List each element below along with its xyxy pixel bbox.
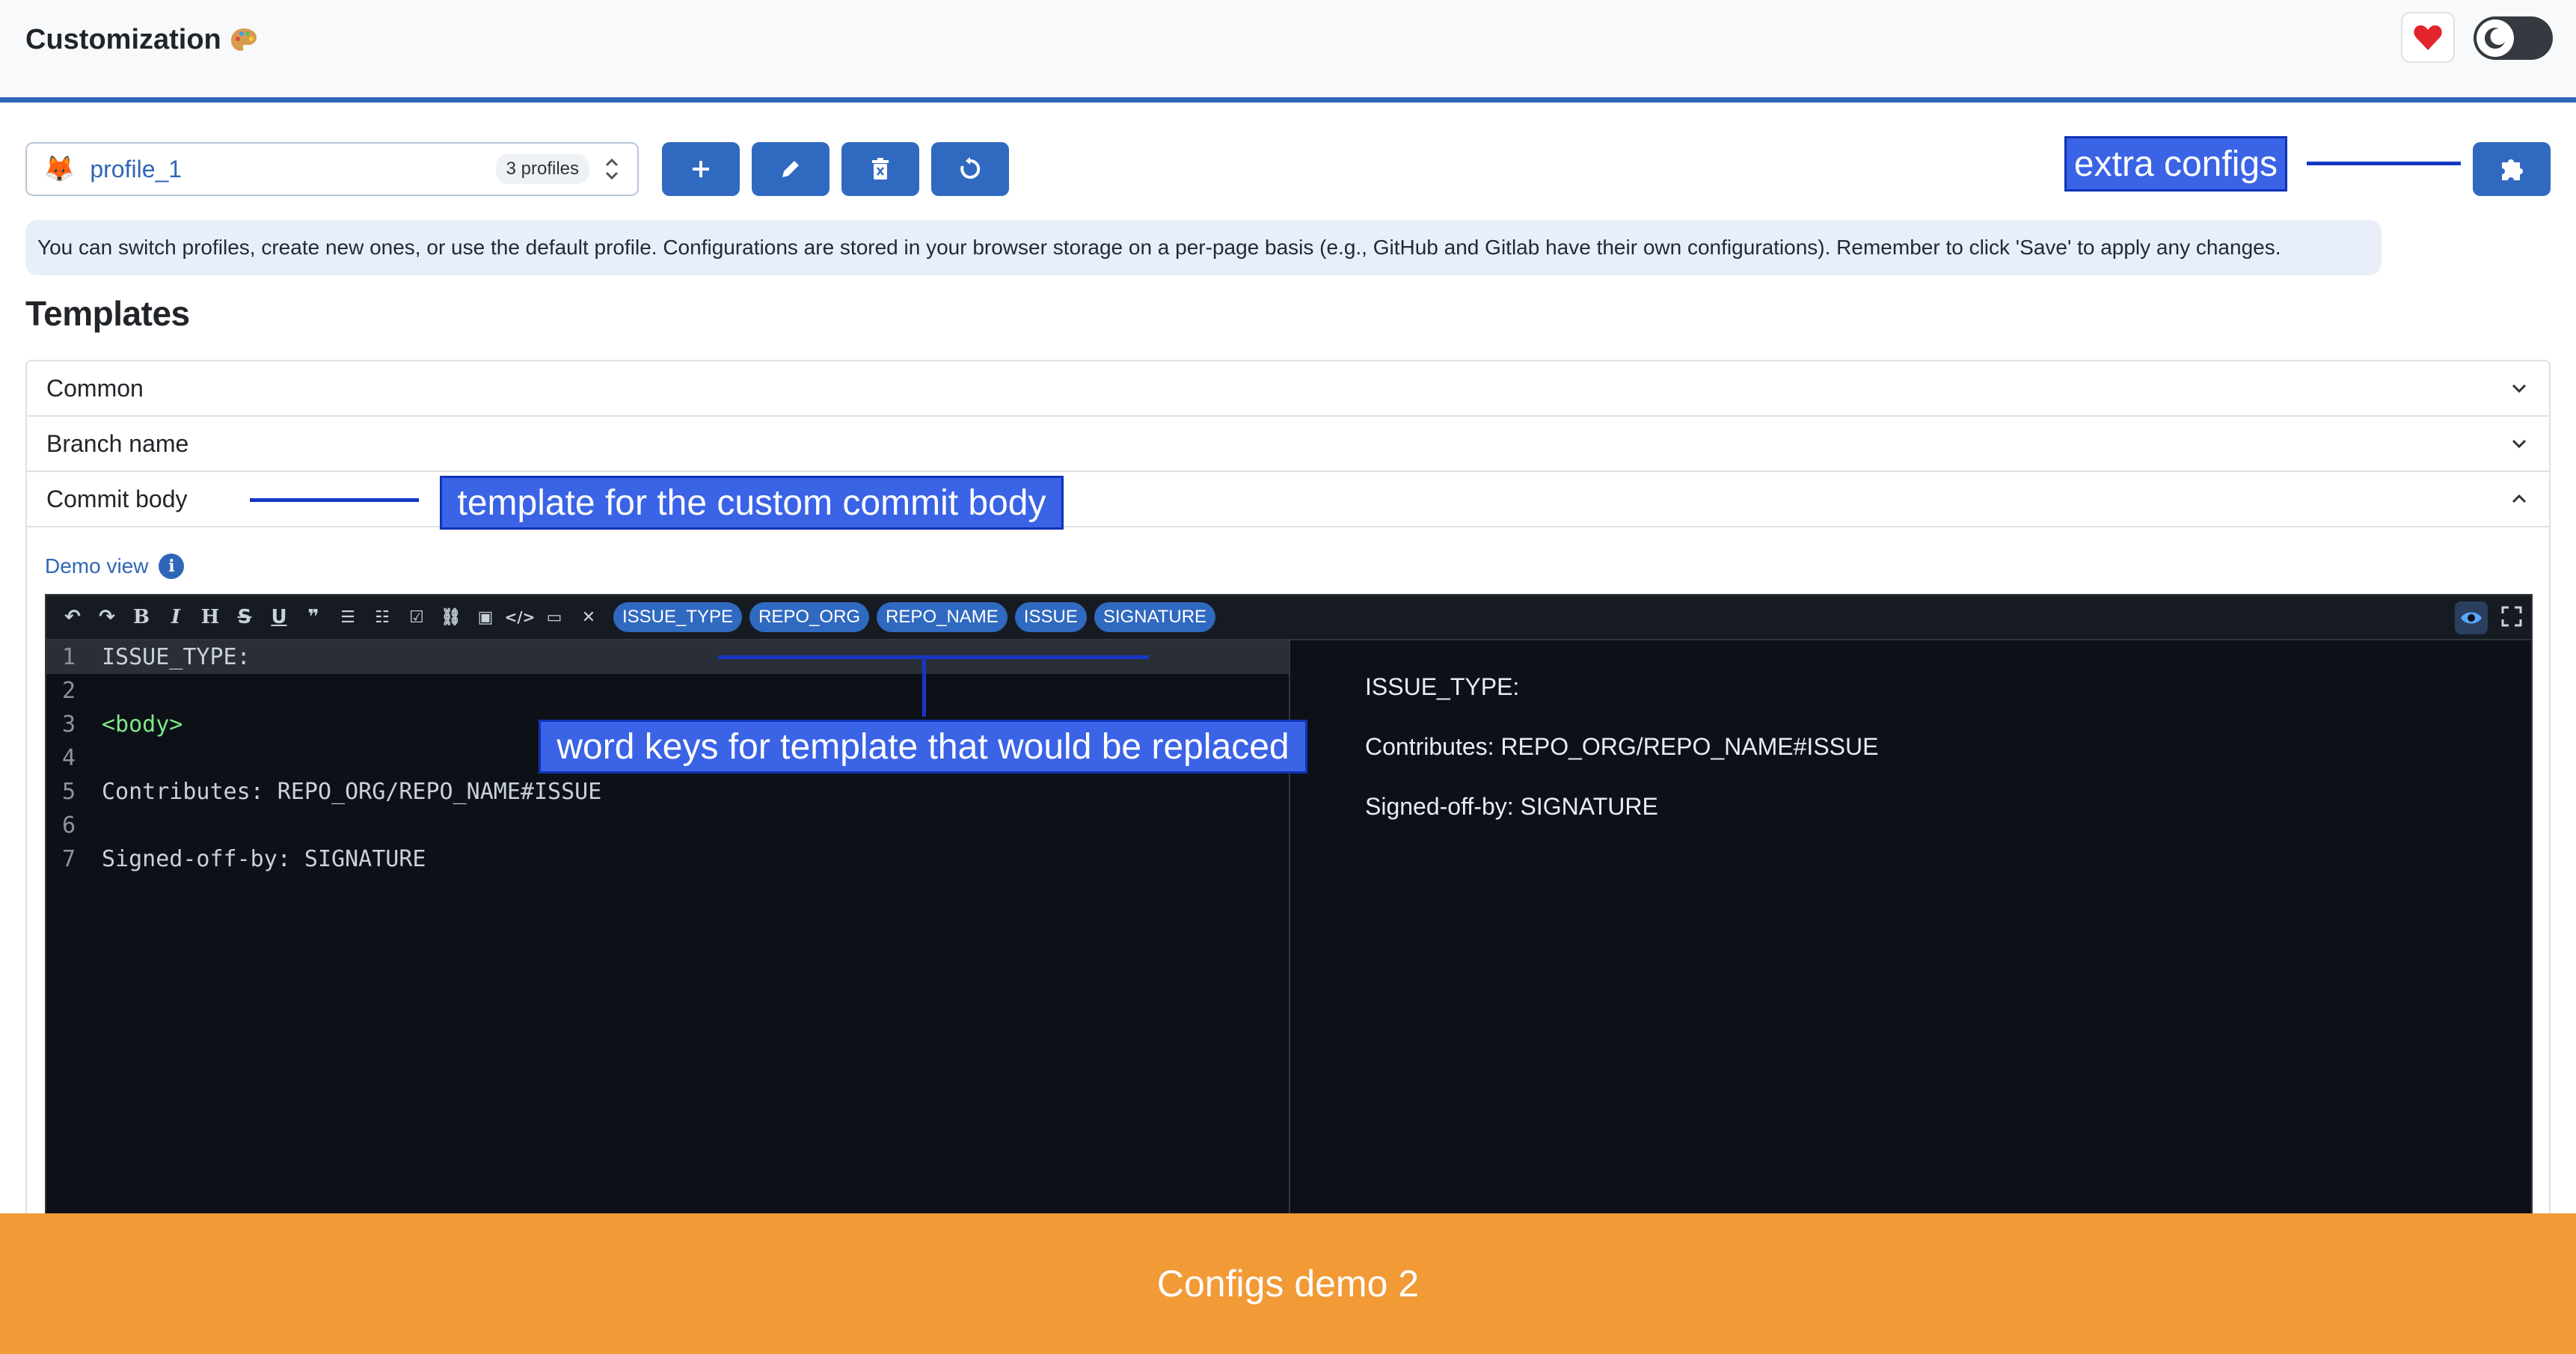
accordion-label: Common <box>46 374 144 402</box>
chevron-down-icon <box>2512 439 2527 449</box>
heading-icon[interactable]: H <box>193 600 227 634</box>
word-key-chip[interactable]: REPO_ORG <box>749 602 870 632</box>
chevron-up-icon <box>2512 494 2527 503</box>
codeblock-icon[interactable]: ▭ <box>537 600 571 634</box>
templates-heading: Templates <box>25 294 190 333</box>
code-text: <body> <box>102 711 183 738</box>
code-icon[interactable]: </> <box>503 600 537 634</box>
link-icon[interactable]: ⛓ <box>434 600 468 634</box>
code-text: Contributes: REPO_ORG/REPO_NAME#ISSUE <box>102 779 602 805</box>
italic-icon[interactable]: I <box>159 600 193 634</box>
code-text: Signed-off-by: SIGNATURE <box>102 846 426 872</box>
redo-icon[interactable]: ↷ <box>90 600 124 634</box>
profile-count-badge: 3 profiles <box>495 154 589 184</box>
code-line: 5 Contributes: REPO_ORG/REPO_NAME#ISSUE <box>46 775 1289 809</box>
clear-icon[interactable]: ✕ <box>571 600 606 634</box>
info-message: You can switch profiles, create new ones… <box>25 220 2382 275</box>
chevron-down-icon <box>2512 384 2527 393</box>
line-number: 3 <box>61 711 76 738</box>
strikethrough-icon[interactable]: S <box>227 600 262 634</box>
caption-banner: Configs demo 2 <box>0 1213 2576 1354</box>
word-key-chip[interactable]: SIGNATURE <box>1094 602 1216 632</box>
code-line: 6 <box>46 809 1289 842</box>
annotation-line-extra-configs <box>2307 162 2461 165</box>
editor-toolbar: ↶ ↷ B I H S U ❞ ☰ ☷ ☑ ⛓ ▣ </> ▭ ✕ ISSUE_… <box>46 595 2531 640</box>
eye-icon[interactable] <box>2455 601 2488 634</box>
trash-icon <box>872 158 889 180</box>
page-title-text: Customization <box>25 24 221 55</box>
accordion-item-branch-name[interactable]: Branch name <box>27 417 2549 472</box>
delete-profile-button[interactable] <box>841 142 919 196</box>
page-title: Customization <box>25 24 259 56</box>
fullscreen-icon[interactable] <box>2501 606 2522 631</box>
bold-icon[interactable]: B <box>124 600 159 634</box>
quote-icon[interactable]: ❞ <box>296 600 331 634</box>
plus-icon <box>693 161 709 177</box>
accordion-label: Branch name <box>46 429 189 457</box>
preview-line: Contributes: REPO_ORG/REPO_NAME#ISSUE <box>1365 733 1879 760</box>
demo-view-text: Demo view <box>45 554 149 578</box>
annotation-extra-configs: extra configs <box>2064 136 2287 192</box>
line-number: 1 <box>61 644 76 670</box>
sponsor-button[interactable] <box>2401 12 2455 63</box>
annotation-line-commit-body <box>250 498 419 502</box>
line-number: 6 <box>61 812 76 839</box>
line-number: 5 <box>61 779 76 805</box>
pencil-icon <box>782 161 799 177</box>
annotation-word-keys: word keys for template that would be rep… <box>539 720 1307 774</box>
edit-profile-button[interactable] <box>752 142 829 196</box>
line-number: 4 <box>61 745 76 771</box>
word-key-chip[interactable]: ISSUE <box>1014 602 1087 632</box>
theme-toggle[interactable] <box>2474 16 2553 60</box>
annotation-line-word-keys-h <box>718 655 1149 659</box>
extra-configs-button[interactable] <box>2473 142 2551 196</box>
profile-select[interactable]: 🦊 profile_1 3 profiles <box>25 142 639 196</box>
ordered-list-icon[interactable]: ☰ <box>331 600 365 634</box>
chevron-updown-icon <box>605 158 619 180</box>
accordion-item-common[interactable]: Common <box>27 361 2549 417</box>
puzzle-icon <box>2502 159 2523 180</box>
code-line: 7 Signed-off-by: SIGNATURE <box>46 842 1289 876</box>
heart-icon <box>2414 25 2442 50</box>
code-text: ISSUE_TYPE: <box>102 644 251 670</box>
toggle-knob <box>2477 19 2514 57</box>
caption-text: Configs demo 2 <box>1156 1263 1420 1305</box>
moon-icon <box>2484 28 2505 49</box>
info-icon[interactable]: i <box>159 554 185 579</box>
unordered-list-icon[interactable]: ☷ <box>365 600 399 634</box>
fox-icon: 🦊 <box>43 155 76 183</box>
toolbar-right <box>2455 601 2522 634</box>
demo-view-label: Demo view i <box>45 554 185 579</box>
word-key-chip[interactable]: ISSUE_TYPE <box>613 602 743 632</box>
refresh-icon <box>960 157 981 179</box>
word-key-chip[interactable]: REPO_NAME <box>877 602 1008 632</box>
palette-icon <box>230 28 257 51</box>
undo-icon[interactable]: ↶ <box>55 600 90 634</box>
annotation-commit-body: template for the custom commit body <box>440 476 1064 530</box>
line-number: 7 <box>61 846 76 872</box>
top-header: Customization <box>0 0 2576 102</box>
task-list-icon[interactable]: ☑ <box>399 600 434 634</box>
image-icon[interactable]: ▣ <box>468 600 503 634</box>
preview-line: ISSUE_TYPE: <box>1365 673 1520 700</box>
underline-icon[interactable]: U <box>262 600 296 634</box>
code-line: 2 <box>46 674 1289 708</box>
preview-line: Signed-off-by: SIGNATURE <box>1365 793 1658 820</box>
line-number: 2 <box>61 678 76 704</box>
profile-name: profile_1 <box>90 155 183 183</box>
annotation-line-word-keys-v <box>922 655 926 717</box>
reset-profile-button[interactable] <box>931 142 1009 196</box>
add-profile-button[interactable] <box>662 142 740 196</box>
